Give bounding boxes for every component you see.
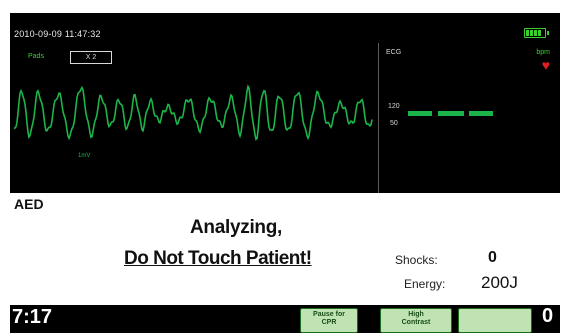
softkey-line: Contrast — [401, 319, 431, 326]
volume-button[interactable] — [458, 308, 532, 333]
energy-label: Energy: — [404, 277, 446, 291]
elapsed-time: 7:17 — [12, 306, 53, 328]
energy-value: 200J — [481, 273, 518, 292]
panel-divider — [378, 43, 379, 193]
mode-label: AED — [14, 196, 44, 212]
scale-min-label: 50 — [390, 120, 398, 127]
mv-label: 1mV — [78, 153, 90, 159]
softkey-line: CPR — [321, 319, 337, 326]
waveform-area: Pads X 2 1mV ECG bpm ♥ 120 50 — [10, 43, 560, 193]
aed-monitor-screen: 2010-09-09 11:47:32 Pads X 2 1mV ECG bpm… — [10, 13, 560, 333]
shocks-value: 0 — [488, 249, 497, 266]
level-bar-segment — [408, 111, 432, 116]
bottom-bar: 7:17 Pause for CPR High Contrast 0 — [10, 305, 560, 333]
status-bar: 2010-09-09 11:47:32 — [10, 13, 560, 43]
message-panel: AED Analyzing, Do Not Touch Patient! Sho… — [10, 193, 560, 305]
heart-icon: ♥ — [541, 57, 550, 73]
high-contrast-button[interactable]: High Contrast — [380, 308, 452, 333]
timestamp: 2010-09-09 11:47:32 — [14, 29, 101, 39]
pause-for-cpr-button[interactable]: Pause for CPR — [300, 308, 358, 333]
scale-max-label: 120 — [388, 103, 400, 110]
softkey-line: High — [408, 311, 424, 318]
battery-full-icon — [524, 28, 549, 38]
bpm-label: bpm — [536, 49, 550, 56]
prompt-line-1: Analyzing, — [190, 217, 283, 238]
level-bar-segment — [469, 111, 493, 116]
shocks-label: Shocks: — [395, 253, 438, 267]
softkey-line: Pause for — [313, 311, 345, 318]
ecg-label: ECG — [386, 49, 402, 56]
pads-waveform: 1mV — [13, 84, 373, 159]
prompt-line-2: Do Not Touch Patient! — [124, 248, 312, 269]
right-edge-value: 0 — [542, 305, 554, 327]
pads-waveform-line — [13, 84, 373, 141]
level-bar-segment — [438, 111, 464, 116]
